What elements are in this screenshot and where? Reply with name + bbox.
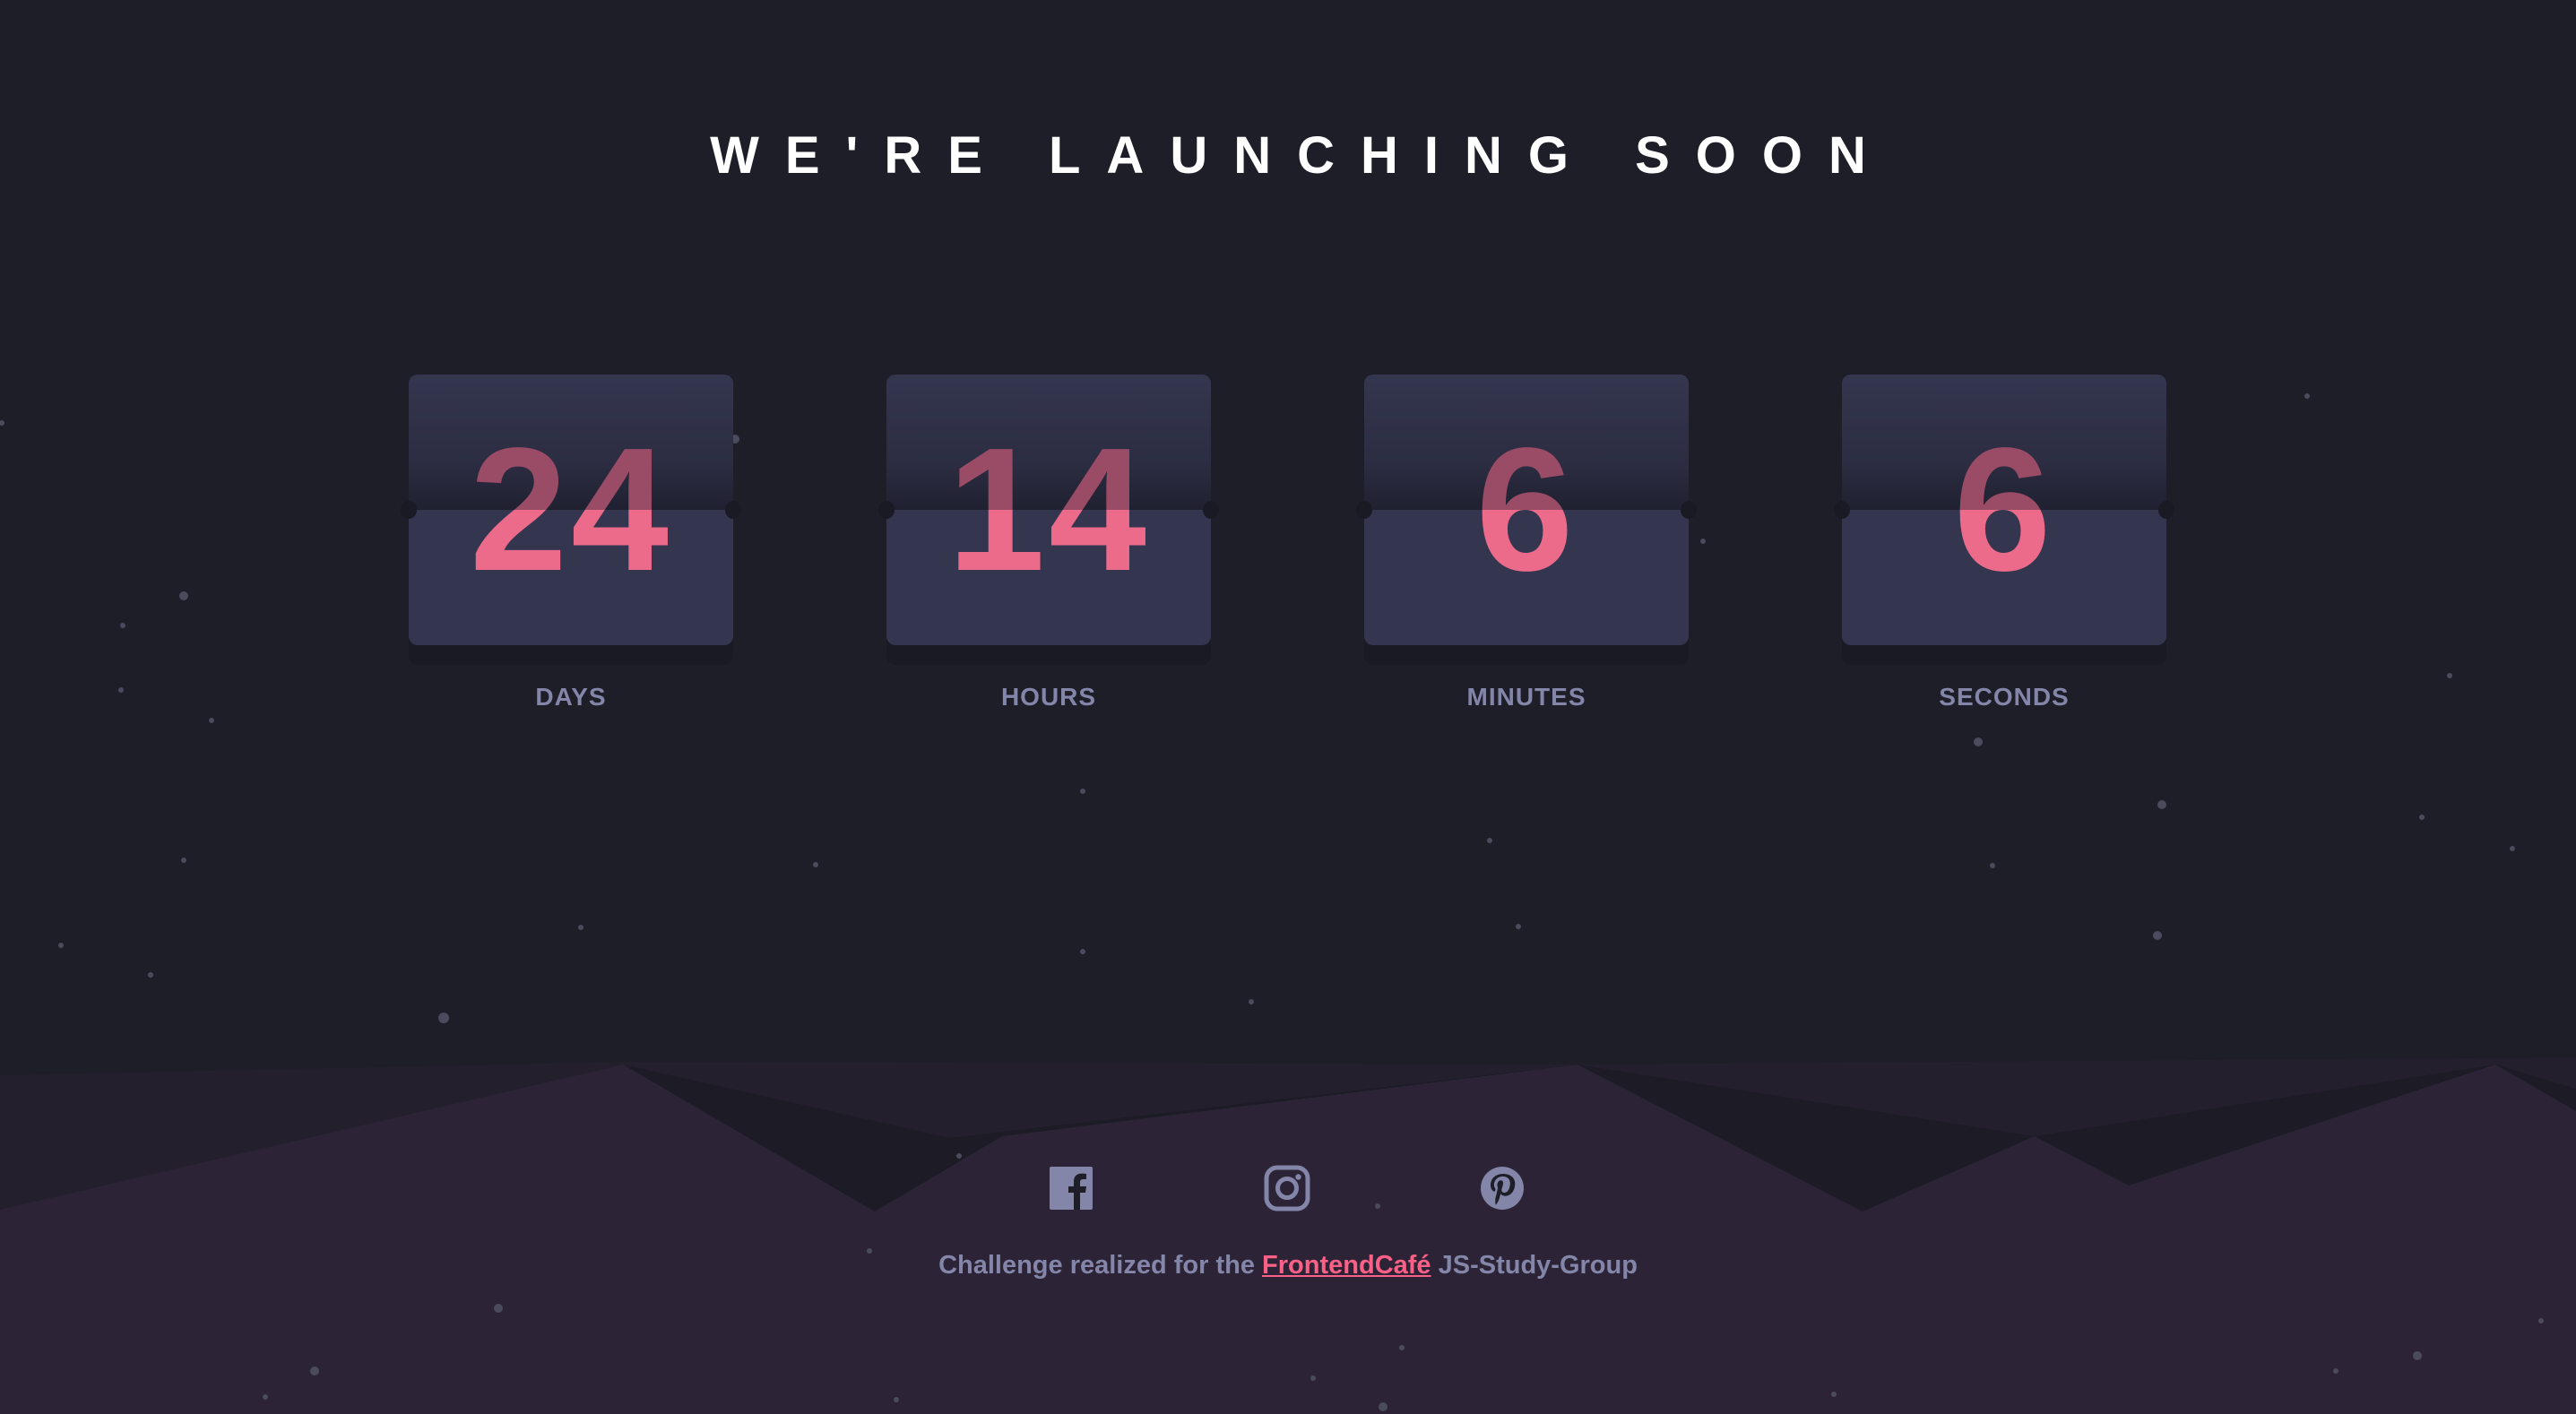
- facebook-icon: [1050, 1167, 1093, 1210]
- footer-credit: Challenge realized for the FrontendCafé …: [0, 1251, 2576, 1280]
- facebook-link[interactable]: [1049, 1165, 1095, 1211]
- card-notch-left: [401, 501, 417, 519]
- flip-card: 6 6: [1834, 375, 2174, 665]
- countdown-minutes: 6 6 MINUTES: [1356, 375, 1697, 711]
- card-face: 6 6: [1364, 375, 1689, 645]
- instagram-link[interactable]: [1264, 1165, 1310, 1211]
- frontendcafe-link[interactable]: FrontendCafé: [1262, 1251, 1431, 1280]
- card-notch-left: [1834, 501, 1850, 519]
- page-title: WE'RE LAUNCHING SOON: [710, 126, 1892, 185]
- pinterest-link[interactable]: [1479, 1165, 1526, 1211]
- card-face: 24 24: [409, 375, 733, 645]
- minutes-label: MINUTES: [1466, 683, 1586, 711]
- card-notch-left: [878, 501, 895, 519]
- seconds-label: SECONDS: [1939, 683, 2070, 711]
- card-notch-right: [1203, 501, 1219, 519]
- card-face: 14 14: [886, 375, 1211, 645]
- pinterest-icon: [1481, 1167, 1524, 1210]
- social-links: [0, 1165, 2576, 1219]
- card-face: 6 6: [1842, 375, 2166, 645]
- footer-prefix: Challenge realized for the: [938, 1251, 1263, 1280]
- countdown-seconds: 6 6 SECONDS: [1834, 375, 2174, 711]
- countdown-hours: 14 14 HOURS: [878, 375, 1219, 711]
- hours-label: HOURS: [1000, 683, 1097, 711]
- flip-card: 14 14: [878, 375, 1219, 665]
- days-label: DAYS: [535, 683, 607, 711]
- card-notch-right: [1681, 501, 1697, 519]
- countdown-days: 24 24 DAYS: [401, 375, 741, 711]
- flip-card: 6 6: [1356, 375, 1697, 665]
- card-notch-right: [725, 501, 741, 519]
- footer-suffix: JS-Study-Group: [1431, 1251, 1638, 1280]
- card-notch-right: [2158, 501, 2174, 519]
- flip-card: 24 24: [401, 375, 741, 665]
- instagram-icon: [1264, 1165, 1310, 1211]
- card-notch-left: [1356, 501, 1372, 519]
